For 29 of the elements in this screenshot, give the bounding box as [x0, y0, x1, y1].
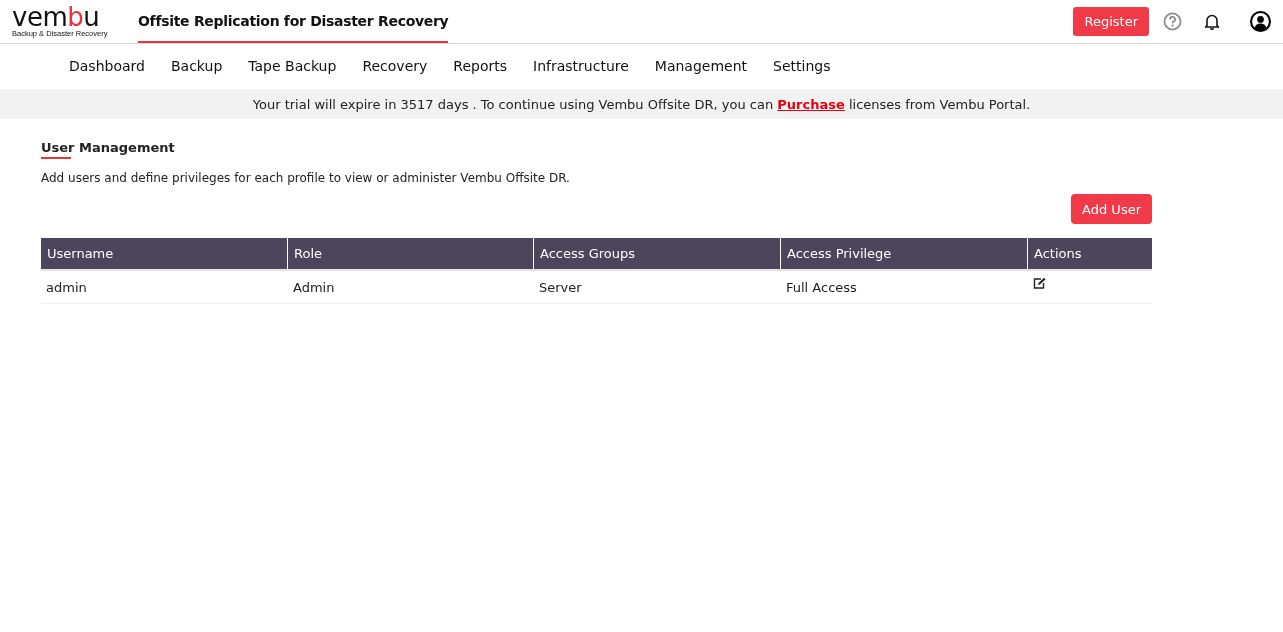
- purchase-link[interactable]: Purchase: [777, 96, 845, 112]
- section-description: Add users and define privileges for each profile to view or administer Vembu Offsite DR.: [41, 171, 571, 185]
- help-icon[interactable]: [1163, 12, 1182, 31]
- table-cell: Admin: [288, 269, 534, 304]
- column-header: Access Privilege: [781, 238, 1028, 269]
- table-cell: Full Access: [781, 269, 1028, 304]
- register-button[interactable]: Register: [1073, 7, 1149, 36]
- column-header: Actions: [1028, 238, 1152, 269]
- notification-bell-icon[interactable]: [1204, 13, 1220, 30]
- edit-icon[interactable]: [1033, 277, 1047, 289]
- nav-tab[interactable]: Management: [641, 57, 761, 76]
- trial-message: Your trial will expire in 3517 days . To continue using Vembu Offsite DR, you can Purchase licenses from Vembu Portal.: [252, 96, 1031, 112]
- nav-tab[interactable]: Settings: [760, 57, 844, 76]
- nav-tab[interactable]: Dashboard: [56, 57, 158, 76]
- section-title: User Management: [41, 140, 175, 157]
- nav-tab[interactable]: Infrastructure: [520, 57, 642, 76]
- logo-wordmark: vembu: [12, 5, 100, 29]
- column-header: Role: [288, 238, 534, 269]
- nav-tab[interactable]: Tape Backup: [235, 57, 350, 76]
- add-user-button[interactable]: Add User: [1071, 194, 1152, 224]
- nav-tab[interactable]: Backup: [157, 57, 236, 76]
- table-cell: Server: [534, 269, 781, 304]
- nav-tab[interactable]: Recovery: [349, 57, 441, 76]
- table-cell: admin: [41, 269, 288, 304]
- user-avatar-icon[interactable]: [1250, 11, 1271, 32]
- column-header: Username: [41, 238, 288, 269]
- column-header: Access Groups: [534, 238, 781, 269]
- product-tab[interactable]: Offsite Replication for Disaster Recovery: [138, 0, 449, 43]
- nav-tab[interactable]: Reports: [440, 57, 520, 76]
